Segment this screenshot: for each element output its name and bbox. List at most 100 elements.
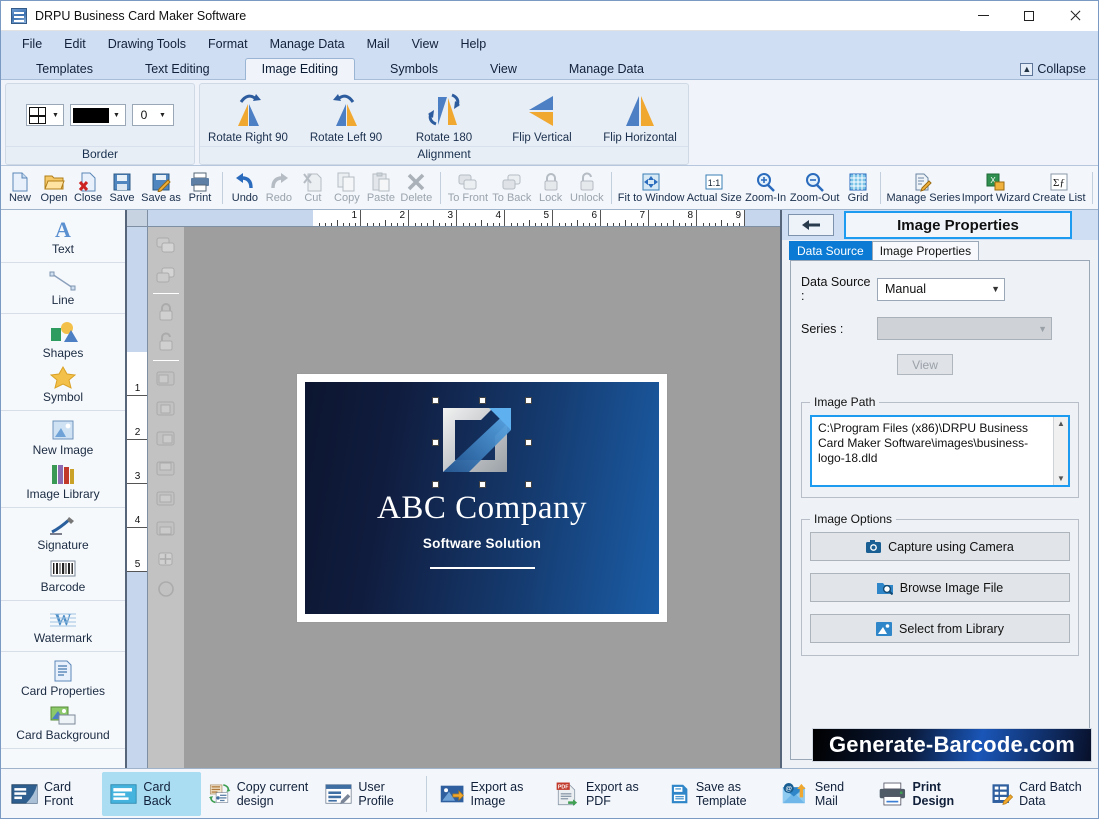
toolbar-zoom-in-button[interactable]: Zoom-In	[743, 170, 788, 205]
card-batch-data-button[interactable]: Card Batch Data	[983, 772, 1096, 816]
border-color-combo[interactable]: ▼	[69, 104, 126, 126]
toolbar-lock-button[interactable]: Lock	[534, 170, 568, 205]
save-as-template-button[interactable]: Save as Template	[661, 772, 774, 816]
toolbar-save-as-button[interactable]: Save as	[139, 170, 183, 205]
select-from-library-button[interactable]: Select from Library	[810, 614, 1070, 643]
handle-top-left[interactable]	[432, 396, 439, 404]
handle-bottom-right[interactable]	[525, 480, 532, 488]
toolbar-create-list-button[interactable]: Σƒ Create List	[1031, 170, 1087, 205]
menu-format[interactable]: Format	[197, 34, 259, 54]
send-mail-button[interactable]: @ Send Mail	[774, 772, 870, 816]
flip-vertical-button[interactable]: Flip Vertical	[495, 88, 589, 145]
vtool-unlock[interactable]	[151, 328, 181, 356]
export-as-pdf-button[interactable]: PDF Export as PDF	[547, 772, 660, 816]
card-company-name[interactable]: ABC Company	[377, 490, 587, 527]
toolbar-new-button[interactable]: New	[3, 170, 37, 205]
sidebar-item-watermark[interactable]: W Watermark	[1, 605, 125, 647]
toolbar-manage-series-button[interactable]: Manage Series	[886, 170, 961, 205]
sidebar-item-barcode[interactable]: Barcode	[1, 554, 125, 596]
user-profile-button[interactable]: User Profile	[317, 772, 421, 816]
tab-image-editing[interactable]: Image Editing	[244, 58, 356, 80]
toolbar-import-wizard-button[interactable]: X Import Wizard	[961, 170, 1031, 205]
vtool-rotate-shape[interactable]	[151, 575, 181, 603]
business-card[interactable]: ABC Company Software Solution	[296, 372, 668, 623]
sidebar-item-text[interactable]: A Text	[1, 214, 125, 258]
menu-drawing-tools[interactable]: Drawing Tools	[97, 34, 197, 54]
panel-tab-image-properties[interactable]: Image Properties	[871, 241, 980, 260]
toolbar-fit-to-window-button[interactable]: Fit to Window	[617, 170, 685, 205]
series-select[interactable]: ▼	[877, 317, 1052, 340]
tab-symbols[interactable]: Symbols	[373, 58, 455, 80]
panel-back-button[interactable]	[788, 214, 834, 236]
toolbar-grid-button[interactable]: Grid	[841, 170, 875, 205]
minimize-button[interactable]	[960, 0, 1006, 31]
menu-manage-data[interactable]: Manage Data	[259, 34, 356, 54]
view-button[interactable]: View	[897, 354, 953, 375]
sidebar-item-new-image[interactable]: New Image	[1, 415, 125, 459]
vtool-align-bottom[interactable]	[151, 515, 181, 543]
border-style-combo[interactable]: ▼	[26, 104, 64, 126]
toolbar-close-button[interactable]: Close	[71, 170, 105, 205]
canvas-area[interactable]: ABC Company Software Solution	[148, 227, 780, 768]
image-path-box[interactable]: C:\Program Files (x86)\DRPU Business Car…	[810, 415, 1070, 487]
vtool-align-left[interactable]	[151, 365, 181, 393]
menu-edit[interactable]: Edit	[53, 34, 97, 54]
menu-view[interactable]: View	[401, 34, 450, 54]
collapse-ribbon-button[interactable]: ▲ Collapse	[1020, 62, 1086, 76]
border-width-combo[interactable]: 0 ▼	[131, 104, 174, 126]
handle-top-right[interactable]	[525, 396, 532, 404]
toolbar-actual-size-button[interactable]: 1:1 Actual Size	[685, 170, 743, 205]
scroll-down-icon[interactable]: ▼	[1057, 474, 1065, 483]
toolbar-redo-button[interactable]: Redo	[262, 170, 296, 205]
handle-bottom-left[interactable]	[432, 480, 439, 488]
vertical-ruler[interactable]: 1 2 3 4 5	[127, 227, 148, 768]
tab-view[interactable]: View	[473, 58, 534, 80]
handle-bottom-center[interactable]	[479, 480, 486, 488]
rotate-180-button[interactable]: Rotate 180	[397, 88, 491, 145]
vtool-align-center[interactable]	[151, 395, 181, 423]
tab-text-editing[interactable]: Text Editing	[128, 58, 227, 80]
capture-using-camera-button[interactable]: Capture using Camera	[810, 532, 1070, 561]
card-logo-object[interactable]	[432, 396, 532, 488]
flip-horizontal-button[interactable]: Flip Horizontal	[593, 88, 687, 145]
toolbar-cut-button[interactable]: Cut	[296, 170, 330, 205]
handle-middle-left[interactable]	[432, 438, 439, 446]
tab-manage-data[interactable]: Manage Data	[552, 58, 661, 80]
rotate-left-90-button[interactable]: Rotate Left 90	[299, 88, 393, 145]
sidebar-item-symbol[interactable]: Symbol	[1, 362, 125, 406]
toolbar-to-front-button[interactable]: To Front	[446, 170, 491, 205]
sidebar-item-signature[interactable]: Signature	[1, 512, 125, 554]
card-divider-line[interactable]	[429, 566, 535, 569]
menu-help[interactable]: Help	[449, 34, 497, 54]
print-design-button[interactable]: Print Design	[870, 772, 983, 816]
data-source-select[interactable]: Manual ▼	[877, 277, 1005, 301]
vtool-distribute[interactable]	[151, 545, 181, 573]
export-as-image-button[interactable]: Export as Image	[432, 772, 547, 816]
card-tagline[interactable]: Software Solution	[423, 536, 541, 551]
handle-middle-right[interactable]	[525, 438, 532, 446]
horizontal-ruler[interactable]: 1 2 3 4 5 6 7 8 9	[148, 210, 780, 227]
toolbar-copy-button[interactable]: Copy	[330, 170, 364, 205]
close-button[interactable]	[1052, 0, 1098, 31]
sidebar-item-shapes[interactable]: Shapes	[1, 318, 125, 362]
vtool-send-to-back[interactable]	[151, 261, 181, 289]
rotate-right-90-button[interactable]: Rotate Right 90	[201, 88, 295, 145]
sidebar-item-card-background[interactable]: Card Background	[1, 700, 125, 744]
sidebar-item-line[interactable]: Line	[1, 267, 125, 309]
vtool-lock[interactable]	[151, 298, 181, 326]
panel-tab-data-source[interactable]: Data Source	[789, 241, 872, 260]
handle-top-center[interactable]	[479, 396, 486, 404]
toolbar-paste-button[interactable]: Paste	[364, 170, 398, 205]
vtool-align-middle[interactable]	[151, 485, 181, 513]
toolbar-to-back-button[interactable]: To Back	[490, 170, 533, 205]
card-back-button[interactable]: Card Back	[102, 771, 201, 816]
scroll-up-icon[interactable]: ▲	[1057, 419, 1065, 428]
image-path-scrollbar[interactable]: ▲ ▼	[1053, 417, 1068, 485]
vtool-align-right[interactable]	[151, 425, 181, 453]
browse-image-file-button[interactable]: Browse Image File	[810, 573, 1070, 602]
sidebar-item-image-library[interactable]: Image Library	[1, 459, 125, 503]
card-canvas[interactable]: ABC Company Software Solution	[305, 381, 659, 614]
menu-file[interactable]: File	[11, 34, 53, 54]
toolbar-save-button[interactable]: Save	[105, 170, 139, 205]
tab-templates[interactable]: Templates	[19, 58, 110, 80]
